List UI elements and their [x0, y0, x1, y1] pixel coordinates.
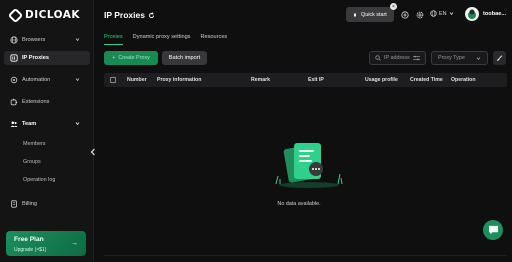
- page-title: IP Proxies: [104, 10, 155, 20]
- plus-icon: +: [112, 55, 116, 61]
- search-icon: [375, 55, 381, 61]
- logo-text: DICLOAK: [25, 9, 81, 21]
- ip-icon: [10, 54, 18, 62]
- username[interactable]: toobae...: [483, 11, 506, 17]
- chat-icon: [488, 225, 498, 235]
- column-number: Number: [127, 77, 147, 83]
- column-remark: Remark: [251, 77, 271, 83]
- column-proxy-information: Proxy information: [157, 77, 202, 83]
- chevron-down-icon: [75, 78, 80, 82]
- sidebar-nav: Browsers IP Proxies Automation Extension…: [0, 29, 94, 215]
- sidebar-item-members[interactable]: Members: [0, 135, 94, 153]
- sidebar-item-label: Extensions: [22, 99, 50, 105]
- sidebar-item-operation-log[interactable]: Operation log: [0, 171, 94, 189]
- ip-search-input[interactable]: IP address: [369, 51, 426, 65]
- refresh-icon[interactable]: [148, 11, 155, 19]
- sidebar-item-billing[interactable]: Billing: [0, 193, 94, 215]
- proxy-type-select[interactable]: Proxy Type: [431, 51, 488, 65]
- filter-icon[interactable]: [413, 55, 420, 61]
- arrow-right-icon: →: [71, 240, 78, 247]
- tab-proxies[interactable]: Proxies: [104, 34, 123, 45]
- sidebar-item-automation[interactable]: Automation: [0, 69, 94, 91]
- tab-resources[interactable]: Resources: [200, 34, 227, 44]
- proxy-type-placeholder: Proxy Type: [438, 55, 465, 61]
- free-plan-title: Free Plan: [14, 236, 44, 243]
- automation-icon: [10, 76, 18, 84]
- column-operation: Operation: [451, 77, 476, 83]
- empty-state-text: No data available.: [277, 201, 321, 207]
- close-icon[interactable]: ×: [390, 3, 397, 10]
- app-logo[interactable]: DICLOAK: [7, 7, 81, 23]
- search-placeholder: IP address: [384, 55, 410, 61]
- rocket-icon: [353, 12, 357, 17]
- chevron-left-icon: [90, 148, 95, 156]
- column-usage-profile: Usage profile: [365, 77, 398, 83]
- sidebar-item-label: Team: [22, 121, 37, 127]
- settings-icon[interactable]: [415, 10, 424, 19]
- sidebar: DICLOAK Browsers IP Proxies Automation E…: [0, 0, 94, 262]
- language-selector[interactable]: EN: [430, 10, 454, 17]
- logo-mark-icon: [7, 7, 24, 23]
- chevron-down-icon: [75, 38, 80, 42]
- avatar[interactable]: [465, 7, 479, 21]
- select-all-checkbox[interactable]: [110, 76, 116, 83]
- billing-icon: [10, 200, 18, 208]
- chevron-down-icon: [476, 57, 481, 61]
- column-exit-ip: Exit IP: [308, 77, 324, 83]
- chevron-down-icon: [75, 122, 80, 126]
- add-circle-icon[interactable]: [400, 10, 409, 19]
- sidebar-item-label: IP Proxies: [22, 55, 49, 61]
- sidebar-item-label: Billing: [22, 201, 37, 207]
- sidebar-item-label: Browsers: [22, 37, 46, 43]
- table-header: Number Proxy information Remark Exit IP …: [104, 73, 507, 87]
- puzzle-icon: [10, 98, 18, 106]
- column-created-time: Created Time: [410, 77, 443, 83]
- sidebar-item-label: Automation: [22, 77, 51, 83]
- create-proxy-button[interactable]: + Create Proxy: [104, 51, 158, 65]
- language-label: EN: [439, 10, 447, 17]
- page-title-text: IP Proxies: [104, 10, 145, 20]
- quick-start-label: Quick start: [361, 11, 387, 18]
- free-plan-upgrade: Upgrade (×$1): [14, 247, 47, 253]
- tab-bar: Proxies Dynamic proxy settings Resources: [104, 34, 227, 45]
- globe-icon: [430, 10, 437, 17]
- sidebar-item-team[interactable]: Team: [0, 113, 94, 135]
- team-icon: [10, 120, 18, 128]
- clean-tool-button[interactable]: [493, 51, 506, 65]
- free-plan-card[interactable]: Free Plan Upgrade (×$1) →: [6, 231, 86, 256]
- support-chat-button[interactable]: [483, 220, 503, 240]
- sidebar-item-groups[interactable]: Groups: [0, 153, 94, 171]
- sidebar-item-extensions[interactable]: Extensions: [0, 91, 94, 113]
- sidebar-item-browsers[interactable]: Browsers: [0, 29, 94, 51]
- create-proxy-label: Create Proxy: [118, 55, 150, 61]
- empty-state-illustration: [275, 143, 343, 188]
- sidebar-item-ip-proxies[interactable]: IP Proxies: [4, 51, 90, 65]
- globe-icon: [10, 36, 18, 44]
- quick-start-button[interactable]: Quick start: [346, 7, 394, 22]
- chevron-down-icon: [449, 12, 453, 16]
- collapse-sidebar-button[interactable]: [88, 146, 98, 158]
- brush-icon: [497, 54, 503, 61]
- batch-import-button[interactable]: Batch import: [162, 51, 207, 65]
- tab-dynamic-proxy-settings[interactable]: Dynamic proxy settings: [133, 34, 191, 44]
